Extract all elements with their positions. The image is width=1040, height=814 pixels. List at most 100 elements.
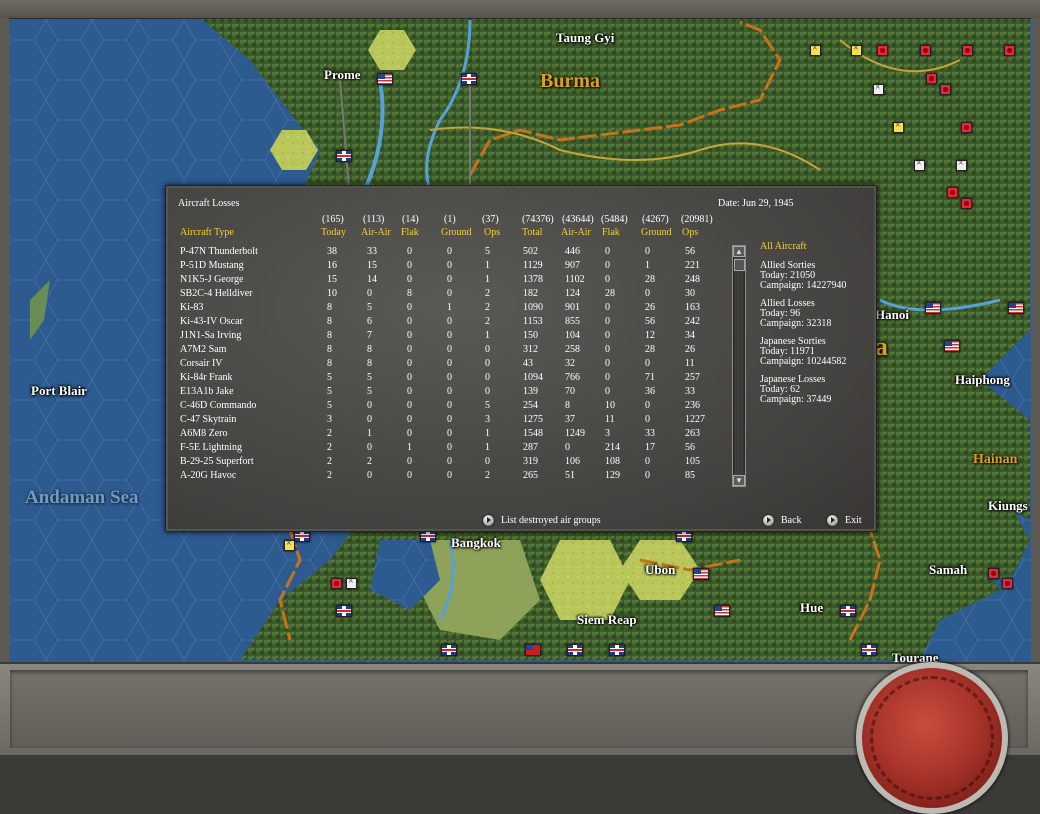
table-row[interactable]: Corsair IV 8 8 0 0 0 43 32 0 0 11: [180, 358, 720, 372]
us-unit-icon[interactable]: [714, 605, 730, 617]
scroll-up-icon[interactable]: ▲: [733, 246, 745, 257]
china-unit-icon[interactable]: [525, 644, 541, 656]
value-cell: 0: [447, 372, 452, 383]
table-row[interactable]: Ki-83 8 5 0 1 2 1090 901 0 26 163: [180, 302, 720, 316]
value-cell: 0: [447, 414, 452, 425]
table-row[interactable]: E13A1b Jake 5 5 0 0 0 139 70 0 36 33: [180, 386, 720, 400]
us-unit-icon[interactable]: [1008, 302, 1024, 314]
column-header-total[interactable]: Total: [522, 227, 542, 238]
unit-marker-icon[interactable]: [873, 82, 884, 95]
table-row[interactable]: SB2C-4 Helldiver 10 0 8 0 2 182 124 28 0 30: [180, 288, 720, 302]
table-scrollbar[interactable]: ▲ ▼: [732, 245, 746, 487]
value-cell: 56: [685, 442, 695, 453]
japanese-unit-icon[interactable]: [1002, 578, 1013, 589]
japanese-unit-icon[interactable]: [947, 187, 958, 198]
aircraft-type-cell: A7M2 Sam: [180, 344, 227, 355]
us-unit-icon[interactable]: [944, 340, 960, 352]
aircraft-type-cell: SB2C-4 Helldiver: [180, 288, 253, 299]
list-destroyed-air-groups-button[interactable]: List destroyed air groups: [482, 514, 601, 527]
unit-marker-icon[interactable]: [893, 120, 904, 133]
scroll-thumb[interactable]: [734, 259, 745, 271]
japanese-unit-icon[interactable]: [920, 45, 931, 56]
uk-unit-icon[interactable]: [441, 644, 457, 656]
unit-marker-icon[interactable]: [284, 538, 295, 551]
value-cell: 33: [685, 386, 695, 397]
aircraft-type-cell: C-46D Commando: [180, 400, 257, 411]
japanese-unit-icon[interactable]: [877, 45, 888, 56]
column-header-ops[interactable]: Ops: [484, 227, 500, 238]
value-cell: 248: [685, 274, 700, 285]
city-label: Taung Gyi: [556, 30, 615, 45]
japanese-unit-icon[interactable]: [331, 578, 342, 589]
value-cell: 1090: [523, 302, 543, 313]
table-row[interactable]: C-46D Commando 5 0 0 0 5 254 8 10 0 236: [180, 400, 720, 414]
column-header-flak[interactable]: Flak: [602, 227, 620, 238]
column-header-today[interactable]: Today: [321, 227, 346, 238]
table-row[interactable]: F-5E Lightning 2 0 1 0 1 287 0 214 17 56: [180, 442, 720, 456]
value-cell: 105: [685, 456, 700, 467]
us-unit-icon[interactable]: [693, 568, 709, 580]
back-button[interactable]: Back: [762, 514, 802, 527]
uk-unit-icon[interactable]: [609, 644, 625, 656]
column-header-ops[interactable]: Ops: [682, 227, 698, 238]
table-row[interactable]: C-47 Skytrain 3 0 0 0 3 1275 37 11 0 1227: [180, 414, 720, 428]
column-header-ground[interactable]: Ground: [641, 227, 672, 238]
unit-marker-icon[interactable]: [810, 43, 821, 56]
uk-unit-icon[interactable]: [861, 644, 877, 656]
value-cell: 2: [485, 302, 490, 313]
table-row[interactable]: N1K5-J George 15 14 0 0 1 1378 1102 0 28 248: [180, 274, 720, 288]
table-row[interactable]: B-29-25 Superfort 2 2 0 0 0 319 106 108 0 105: [180, 456, 720, 470]
column-header-flak[interactable]: Flak: [401, 227, 419, 238]
uk-unit-icon[interactable]: [461, 73, 477, 85]
japanese-unit-icon[interactable]: [961, 122, 972, 133]
japanese-unit-icon[interactable]: [961, 198, 972, 209]
region-label: Hainan: [973, 452, 1018, 467]
column-header-aircraft-type[interactable]: Aircraft Type: [180, 227, 234, 238]
japanese-unit-icon[interactable]: [1004, 45, 1015, 56]
table-row[interactable]: A7M2 Sam 8 8 0 0 0 312 258 0 28 26: [180, 344, 720, 358]
unit-marker-icon[interactable]: [346, 576, 357, 589]
table-row[interactable]: P-47N Thunderbolt 38 33 0 0 5 502 446 0 0 56: [180, 246, 720, 260]
city-label: Prome: [324, 67, 361, 82]
value-cell: 26: [645, 302, 655, 313]
unit-marker-icon[interactable]: [914, 158, 925, 171]
column-header-ground[interactable]: Ground: [441, 227, 472, 238]
uk-unit-icon[interactable]: [336, 150, 352, 162]
table-row[interactable]: J1N1-Sa Irving 8 7 0 0 1 150 104 0 12 34: [180, 330, 720, 344]
table-row[interactable]: Ki-84r Frank 5 5 0 0 0 1094 766 0 71 257: [180, 372, 720, 386]
value-cell: 15: [367, 260, 377, 271]
column-header-air-air[interactable]: Air-Air: [361, 227, 391, 238]
value-cell: 2: [327, 428, 332, 439]
table-row[interactable]: A6M8 Zero 2 1 0 0 1 1548 1249 3 33 263: [180, 428, 720, 442]
japanese-unit-icon[interactable]: [940, 84, 951, 95]
column-header-air-air[interactable]: Air-Air: [561, 227, 591, 238]
scroll-down-icon[interactable]: ▼: [733, 475, 745, 486]
us-unit-icon[interactable]: [377, 73, 393, 85]
japanese-unit-icon[interactable]: [926, 73, 937, 84]
value-cell: 8: [367, 344, 372, 355]
faction-seal-icon[interactable]: [856, 662, 1008, 814]
value-cell: 3: [485, 414, 490, 425]
value-cell: 5: [367, 372, 372, 383]
table-row[interactable]: A-20G Havoc 2 0 0 0 2 265 51 129 0 85: [180, 470, 720, 484]
value-cell: 1: [407, 442, 412, 453]
summary-heading[interactable]: All Aircraft: [760, 242, 870, 252]
unit-marker-icon[interactable]: [956, 158, 967, 171]
exit-button[interactable]: Exit: [826, 514, 862, 527]
value-cell: 51: [565, 470, 575, 481]
uk-unit-icon[interactable]: [840, 605, 856, 617]
value-cell: 0: [447, 344, 452, 355]
table-row[interactable]: Ki-43-IV Oscar 8 6 0 0 2 1153 855 0 56 242: [180, 316, 720, 330]
value-cell: 0: [447, 456, 452, 467]
table-row[interactable]: P-51D Mustang 16 15 0 0 1 1129 907 0 1 221: [180, 260, 720, 274]
japanese-unit-icon[interactable]: [962, 45, 973, 56]
uk-unit-icon[interactable]: [567, 644, 583, 656]
aircraft-type-cell: P-51D Mustang: [180, 260, 244, 271]
japanese-unit-icon[interactable]: [988, 568, 999, 579]
arrow-button-icon: [482, 514, 495, 527]
us-unit-icon[interactable]: [925, 302, 941, 314]
uk-unit-icon[interactable]: [336, 605, 352, 617]
value-cell: 129: [605, 470, 620, 481]
unit-marker-icon[interactable]: [851, 43, 862, 56]
value-cell: 10: [605, 400, 615, 411]
